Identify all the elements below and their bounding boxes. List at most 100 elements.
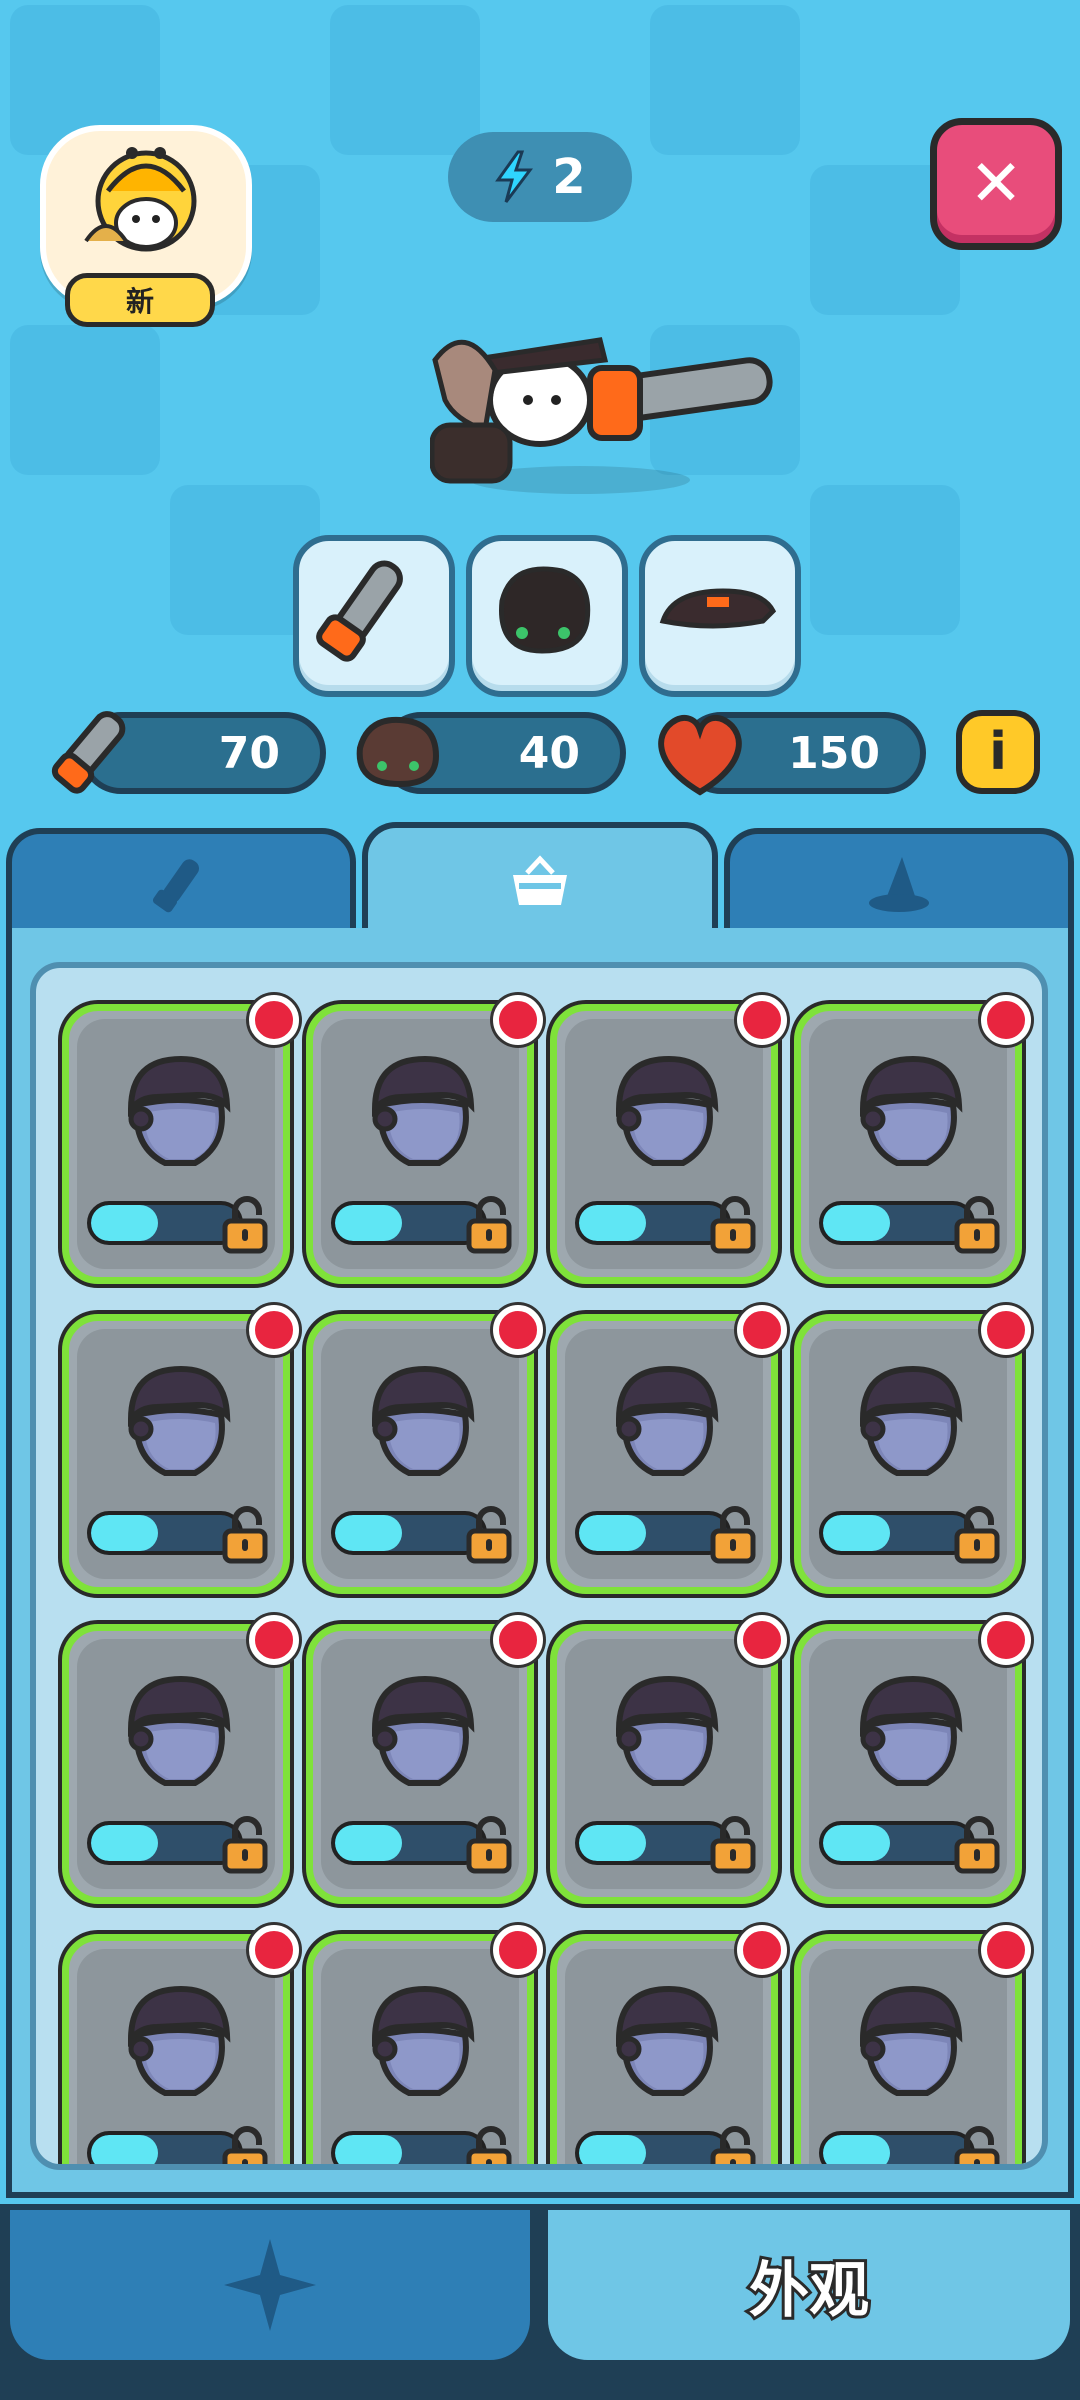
notification-dot xyxy=(981,1925,1031,1975)
item-card[interactable] xyxy=(550,1305,787,1594)
notification-dot xyxy=(249,1305,299,1355)
lock-icon xyxy=(465,1505,517,1565)
lock-icon xyxy=(709,1815,761,1875)
defense-value: 40 xyxy=(518,727,580,779)
item-progress-fill xyxy=(91,1825,158,1861)
helmet-icon xyxy=(839,1659,979,1799)
heart-icon xyxy=(658,714,742,796)
lightning-icon xyxy=(495,150,534,203)
energy-counter: 2 xyxy=(448,132,632,222)
notification-dot xyxy=(737,1305,787,1355)
helmet-icon xyxy=(595,1039,735,1179)
item-progress-bar xyxy=(575,1511,731,1555)
info-button[interactable]: i xyxy=(956,710,1040,794)
item-progress-fill xyxy=(335,2135,402,2164)
equip-slot-armor[interactable] xyxy=(466,535,628,697)
item-progress-fill xyxy=(823,1825,890,1861)
helmet-icon xyxy=(351,1349,491,1489)
notification-dot xyxy=(737,1925,787,1975)
helmet-icon xyxy=(107,1349,247,1489)
lock-icon xyxy=(953,1815,1005,1875)
nav-appearance-button[interactable]: 外观 xyxy=(548,2210,1070,2360)
bg-tile xyxy=(10,325,160,475)
avatar-button[interactable]: 新 xyxy=(40,125,252,327)
notification-dot xyxy=(249,1615,299,1665)
lock-icon xyxy=(221,1815,273,1875)
item-progress-fill xyxy=(335,1205,402,1241)
sparkle-icon xyxy=(224,2239,316,2331)
item-progress-bar xyxy=(819,1511,975,1555)
item-card[interactable] xyxy=(550,995,787,1284)
item-progress-fill xyxy=(823,2135,890,2164)
notification-dot xyxy=(493,1925,543,1975)
item-progress-fill xyxy=(579,1205,646,1241)
item-progress-bar xyxy=(87,2131,243,2164)
energy-count: 2 xyxy=(552,149,586,205)
item-card[interactable] xyxy=(62,1305,299,1594)
item-card[interactable] xyxy=(306,1305,543,1594)
item-card[interactable] xyxy=(794,1615,1031,1904)
item-card[interactable] xyxy=(550,1925,787,2164)
item-card[interactable] xyxy=(550,1615,787,1904)
notification-dot xyxy=(493,1305,543,1355)
item-progress-fill xyxy=(91,2135,158,2164)
helmet-icon xyxy=(595,1349,735,1489)
item-card[interactable] xyxy=(62,1615,299,1904)
helmet-icon xyxy=(107,1969,247,2109)
item-progress-fill xyxy=(335,1515,402,1551)
helmet-icon xyxy=(107,1659,247,1799)
item-progress-bar xyxy=(819,1201,975,1245)
helmet-icon xyxy=(107,1039,247,1179)
item-progress-bar xyxy=(819,1821,975,1865)
close-button[interactable]: ✕ xyxy=(930,118,1062,250)
item-progress-fill xyxy=(91,1515,158,1551)
item-card[interactable] xyxy=(794,1305,1031,1594)
notification-dot xyxy=(737,1615,787,1665)
equip-slot-weapon[interactable] xyxy=(293,535,455,697)
helmet-icon xyxy=(839,1349,979,1489)
item-card[interactable] xyxy=(306,995,543,1284)
item-progress-bar xyxy=(331,1511,487,1555)
lock-icon xyxy=(465,2125,517,2164)
item-progress-fill xyxy=(579,1515,646,1551)
item-card[interactable] xyxy=(62,995,299,1284)
lock-icon xyxy=(709,1195,761,1255)
item-progress-bar xyxy=(87,1201,243,1245)
item-card[interactable] xyxy=(794,995,1031,1284)
info-icon: i xyxy=(989,722,1007,782)
tab-weapons[interactable] xyxy=(6,828,356,938)
helmet-icon xyxy=(351,1039,491,1179)
helmet-icon xyxy=(839,1039,979,1179)
character-preview xyxy=(430,337,773,494)
notification-dot xyxy=(493,1615,543,1665)
bg-tile xyxy=(650,5,800,155)
equip-slot-hat[interactable] xyxy=(639,535,801,697)
item-card[interactable] xyxy=(794,1925,1031,2164)
item-progress-bar xyxy=(575,1821,731,1865)
chainsaw-icon xyxy=(316,560,403,662)
lock-icon xyxy=(465,1815,517,1875)
chainsaw-icon xyxy=(152,859,199,913)
item-progress-bar xyxy=(87,1821,243,1865)
item-progress-fill xyxy=(823,1205,890,1241)
bg-tile xyxy=(330,5,480,155)
helmet-icon xyxy=(595,1969,735,2109)
lock-icon xyxy=(221,2125,273,2164)
lock-icon xyxy=(221,1505,273,1565)
attack-value: 70 xyxy=(218,727,280,779)
item-progress-bar xyxy=(819,2131,975,2164)
nav-appearance-label: 外观 xyxy=(746,2253,872,2329)
lock-icon xyxy=(953,1195,1005,1255)
nav-skills-button[interactable] xyxy=(10,2210,530,2360)
chainsaw-icon xyxy=(51,711,126,794)
item-card[interactable] xyxy=(306,1925,543,2164)
item-card[interactable] xyxy=(62,1925,299,2164)
bag-icon xyxy=(356,716,440,788)
tab-armor[interactable] xyxy=(362,822,718,940)
close-icon: ✕ xyxy=(969,147,1023,221)
notification-dot xyxy=(981,995,1031,1045)
lock-icon xyxy=(709,2125,761,2164)
new-badge: 新 xyxy=(65,273,215,327)
item-card[interactable] xyxy=(306,1615,543,1904)
tab-hats[interactable] xyxy=(724,828,1074,938)
